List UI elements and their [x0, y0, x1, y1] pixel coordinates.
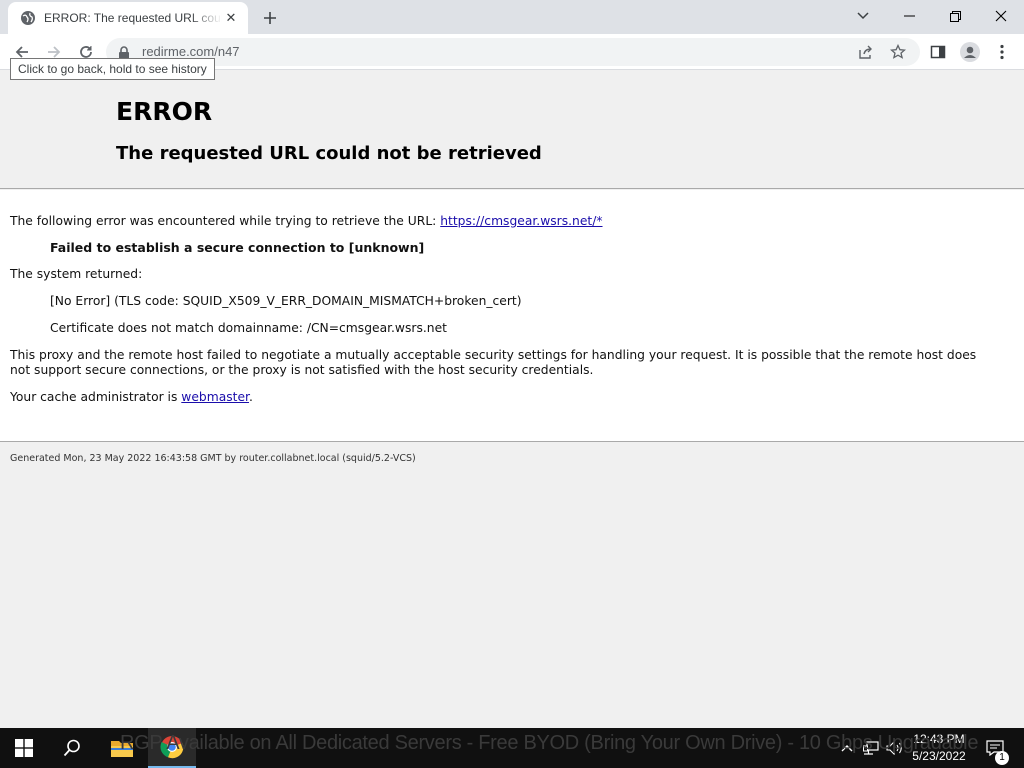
side-panel-icon: [930, 45, 946, 59]
share-icon[interactable]: [856, 42, 876, 62]
tab-active[interactable]: ERROR: The requested URL could not be re…: [8, 2, 248, 34]
globe-icon: [20, 10, 36, 26]
bookmark-star-icon[interactable]: [888, 42, 908, 62]
search-icon: [63, 739, 80, 757]
minimize-button[interactable]: [886, 0, 932, 32]
error-body: The following error was encountered whil…: [0, 190, 1024, 442]
certificate-detail: Certificate does not match domainname: /…: [50, 321, 447, 335]
error-header: ERROR The requested URL could not be ret…: [0, 70, 1024, 189]
profile-avatar-icon: [960, 42, 980, 62]
profile-button[interactable]: [956, 38, 984, 66]
error-message: Failed to establish a secure connection …: [50, 240, 425, 255]
admin-suffix: .: [248, 390, 253, 404]
start-button[interactable]: [0, 728, 48, 768]
error-explanation: This proxy and the remote host failed to…: [10, 348, 977, 377]
requested-url-link[interactable]: https://cmsgear.wsrs.net/*: [440, 214, 602, 228]
side-panel-button[interactable]: [924, 38, 952, 66]
background-ticker-text: RGP Available on All Dedicated Servers -…: [120, 732, 979, 754]
url-text[interactable]: redirme.com/n47: [142, 44, 240, 59]
error-intro-text: The following error was encountered whil…: [10, 214, 441, 228]
back-button-tooltip: Click to go back, hold to see history: [10, 58, 215, 80]
windows-logo-icon: [15, 739, 33, 757]
kebab-menu-icon: [1000, 44, 1004, 60]
webmaster-link[interactable]: webmaster: [181, 390, 249, 404]
system-returned-value: [No Error] (TLS code: SQUID_X509_V_ERR_D…: [50, 294, 522, 308]
generated-footer: Generated Mon, 23 May 2022 16:43:58 GMT …: [10, 453, 416, 464]
page-title: ERROR: [116, 97, 213, 126]
menu-button[interactable]: [988, 38, 1016, 66]
new-tab-button[interactable]: [258, 6, 282, 30]
close-tab-icon[interactable]: ✕: [222, 9, 240, 27]
system-returned-label: The system returned:: [10, 267, 143, 281]
tab-title: ERROR: The requested URL could not be re…: [44, 11, 222, 25]
admin-prefix: Your cache administrator is: [10, 390, 182, 404]
error-intro: The following error was encountered whil…: [10, 214, 603, 228]
tab-search-button[interactable]: [840, 0, 886, 32]
address-bar[interactable]: redirme.com/n47: [106, 38, 920, 66]
close-window-button[interactable]: [978, 0, 1024, 32]
page-subtitle: The requested URL could not be retrieved: [116, 143, 542, 164]
tab-strip: ERROR: The requested URL could not be re…: [0, 0, 1024, 34]
admin-line: Your cache administrator is webmaster.: [10, 390, 253, 404]
restore-button[interactable]: [932, 0, 978, 32]
search-button[interactable]: [48, 728, 96, 768]
notification-count-badge: 1: [995, 751, 1009, 765]
page-content: ERROR The requested URL could not be ret…: [0, 70, 1024, 728]
